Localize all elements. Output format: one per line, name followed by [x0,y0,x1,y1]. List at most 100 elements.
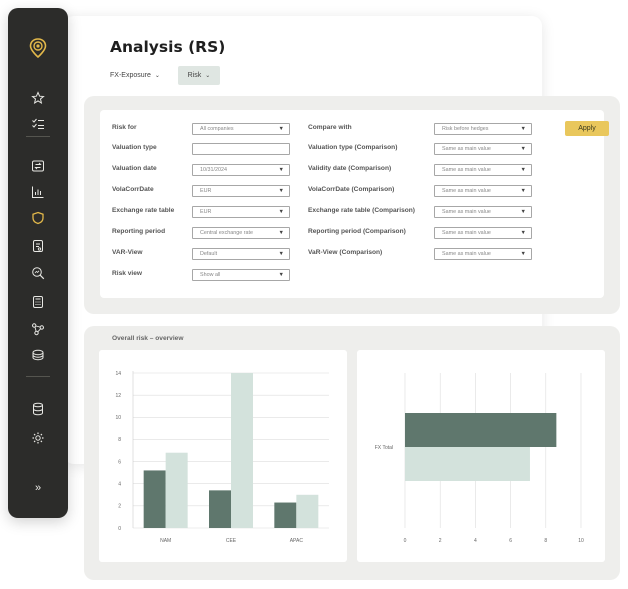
comparison-select[interactable]: Same as main value ▼ [434,206,532,218]
network-icon[interactable] [8,318,68,340]
regional-risk-chart: 0 2 4 6 8 10 12 14 NAM CEE APAC [99,350,347,562]
y-tick-label: 14 [115,371,121,377]
comparison-label: VaR-View (Comparison) [308,249,383,256]
filter-select[interactable]: Show all ▼ [192,269,290,281]
x-tick-label: 2 [439,538,442,544]
dropdown-arrow-icon: ▼ [520,188,526,194]
comparison-select[interactable]: Risk before hedges ▼ [434,123,532,135]
filter-label: VAR-View [112,249,143,256]
settings-icon[interactable] [8,427,68,449]
exchange-icon[interactable] [8,155,68,177]
y-tick-label: 4 [118,482,121,488]
y-tick-label: 0 [118,526,121,532]
shield-icon[interactable] [8,207,68,229]
dropdown-arrow-icon: ▼ [278,188,284,194]
coins-icon[interactable] [8,344,68,366]
tab-risk[interactable]: Risk ⌄ [178,66,220,85]
filter-label: VolaCorrDate [112,186,154,193]
filter-select[interactable]: Default ▼ [192,248,290,260]
bar-chart-svg: 0 2 4 6 8 10 12 14 NAM CEE APAC [115,371,329,544]
chevron-down-icon: ⌄ [154,73,160,79]
comparison-select-value: Same as main value [442,188,491,194]
page-title: Analysis (RS) [110,38,226,56]
y-tick-label: 12 [115,393,121,399]
x-tick-label: NAM [160,538,171,544]
filter-select-value: EUR [200,188,212,194]
apply-button[interactable]: Apply [565,121,609,136]
dropdown-arrow-icon: ▼ [520,146,526,152]
overview-panel: Overall risk – overview 0 2 4 6 8 10 12 14 NAM CE… [84,326,620,580]
chevron-down-icon: ⌄ [205,73,211,79]
filter-select-value: Default [200,251,218,257]
dropdown-arrow-icon: ▼ [520,230,526,236]
calculator-icon[interactable] [8,291,68,313]
bar-cee-2 [231,373,253,528]
filter-select[interactable]: Central exchange rate ▼ [192,227,290,239]
dropdown-arrow-icon: ▼ [520,167,526,173]
filter-select[interactable]: All companies ▼ [192,123,290,135]
dropdown-arrow-icon: ▼ [278,167,284,173]
tab-fx-exposure-label: FX-Exposure [110,72,151,79]
filter-select[interactable]: 10/31/2024 ▼ [192,164,290,176]
x-tick-label: 8 [544,538,547,544]
expand-icon[interactable]: » [8,477,68,499]
filter-select-value: 10/31/2024 [200,167,227,173]
comparison-label: Exchange rate table (Comparison) [308,207,415,214]
bar-fx-total-1 [405,413,557,447]
comparison-select-value: Same as main value [442,251,491,257]
dropdown-arrow-icon: ▼ [278,126,284,132]
filter-select-value: Show all [200,272,221,278]
bar-nam-2 [165,452,188,528]
bar-apac-2 [296,494,319,528]
bar-fx-total-2 [405,447,530,481]
y-category-label: FX Total [375,445,393,451]
dropdown-arrow-icon: ▼ [278,272,284,278]
tab-risk-label: Risk [187,72,202,79]
dropdown-arrow-icon: ▼ [278,230,284,236]
comparison-label: Reporting period (Comparison) [308,228,406,235]
app-root: Analysis (RS) FX-Exposure ⌄ Risk ⌄ » App… [0,0,628,589]
sidebar-divider [26,136,50,137]
filter-select[interactable]: EUR ▼ [192,185,290,197]
document-icon[interactable] [8,235,68,257]
filter-select-value: Central exchange rate [200,230,254,236]
bar-apac-1 [274,502,297,528]
overview-title: Overall risk – overview [112,335,184,342]
comparison-select[interactable]: Same as main value ▼ [434,185,532,197]
filter-select-value: EUR [200,209,212,215]
y-tick-label: 2 [118,504,121,510]
filter-label: Reporting period [112,228,166,235]
database-icon[interactable] [8,398,68,420]
y-tick-label: 10 [115,415,121,421]
tab-fx-exposure[interactable]: FX-Exposure ⌄ [110,66,160,85]
x-tick-label: APAC [290,538,304,544]
comparison-select-value: Same as main value [442,209,491,215]
valuation-type-input[interactable] [192,143,290,155]
comparison-select[interactable]: Same as main value ▼ [434,143,532,155]
bar-cee-1 [209,490,231,528]
filter-select[interactable]: EUR ▼ [192,206,290,218]
comparison-select[interactable]: Same as main value ▼ [434,227,532,239]
x-tick-label: 6 [509,538,512,544]
star-icon[interactable] [8,87,68,109]
x-tick-label: 10 [578,538,584,544]
comparison-select[interactable]: Same as main value ▼ [434,248,532,260]
x-tick-label: 0 [404,538,407,544]
filter-card: Apply Risk for All companies ▼ Valuation ty… [100,110,609,298]
filter-label: Valuation type [112,144,157,151]
filter-label: Risk for [112,124,137,131]
pin-logo-icon[interactable] [8,36,68,60]
comparison-select-value: Same as main value [442,230,491,236]
total-risk-chart: 0 2 4 6 8 10 FX Total [357,350,605,562]
comparison-label: Validity date (Comparison) [308,165,392,172]
bar-chart-icon[interactable] [8,181,68,203]
dropdown-arrow-icon: ▼ [278,251,284,257]
dropdown-arrow-icon: ▼ [520,251,526,257]
search-chart-icon[interactable] [8,262,68,284]
comparison-select[interactable]: Same as main value ▼ [434,164,532,176]
filter-panel: Apply Risk for All companies ▼ Valuation ty… [84,96,620,314]
x-tick-label: 4 [474,538,477,544]
dropdown-arrow-icon: ▼ [520,209,526,215]
comparison-label: Compare with [308,124,352,131]
checklist-icon[interactable] [8,113,68,135]
